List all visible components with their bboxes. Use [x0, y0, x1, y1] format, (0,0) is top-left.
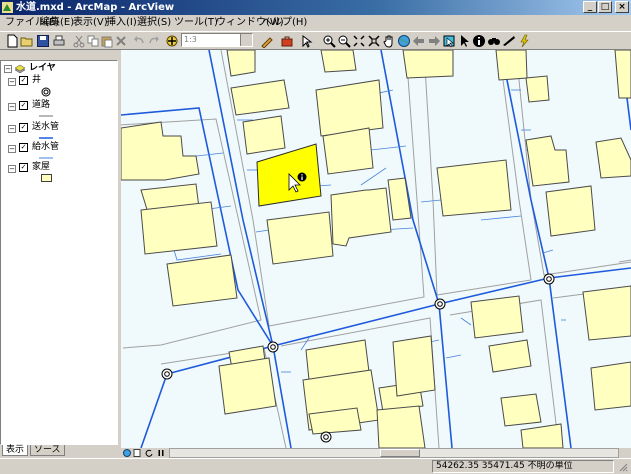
layer-main-pipe-checkbox[interactable]: ✓ — [19, 123, 28, 132]
refresh-icon[interactable] — [145, 449, 153, 457]
map-scale-value: 1:3 — [184, 35, 197, 44]
arctoolbox-icon[interactable] — [280, 34, 294, 48]
map-view[interactable] — [121, 50, 631, 448]
main-pipe-symbol-icon — [39, 137, 53, 139]
table-of-contents: − レイヤ − ✓ 井 − ✓ 道路 − ✓ 送水管 − ✓ 給水管 − ✓ 家… — [0, 60, 118, 445]
zoom-in-icon[interactable] — [322, 34, 336, 48]
layer-well-name[interactable]: 井 — [32, 75, 41, 86]
minimize-button[interactable]: _ — [583, 1, 597, 13]
select-elements-icon[interactable] — [457, 34, 471, 48]
layer-house-checkbox[interactable]: ✓ — [19, 163, 28, 172]
undo-icon[interactable] — [132, 34, 146, 48]
road-symbol-icon — [39, 115, 53, 117]
globe-view-icon[interactable] — [123, 449, 131, 457]
identify-icon[interactable] — [472, 34, 486, 48]
add-data-icon[interactable] — [165, 34, 179, 48]
house-symbol-icon — [41, 174, 52, 182]
redo-icon[interactable] — [147, 34, 161, 48]
save-icon[interactable] — [36, 34, 50, 48]
print-icon[interactable] — [52, 34, 66, 48]
map-scale-combobox[interactable]: 1:3 — [181, 33, 253, 47]
layer-main-pipe-name[interactable]: 送水管 — [32, 122, 59, 133]
toolbar — [0, 31, 631, 50]
toc-root-label[interactable]: レイヤ — [29, 63, 56, 74]
coordinate-readout: 54262.35 35471.45 不明の単位 — [432, 460, 614, 473]
delete-icon[interactable] — [114, 34, 128, 48]
layout-view-icon[interactable] — [133, 449, 141, 457]
menu-help[interactable]: ヘルプ(H) — [262, 16, 307, 30]
menu-bar: ファイル(E) 編集(E) 表示(V) 挿入(I) 選択(S) ツール(T) ウ… — [0, 15, 631, 31]
layer-well-expander[interactable]: − — [8, 78, 16, 86]
map-scroll-bar — [121, 448, 631, 458]
editor-icon[interactable] — [260, 34, 274, 48]
layer-service-pipe-checkbox[interactable]: ✓ — [19, 143, 28, 152]
forward-arrow-icon[interactable] — [427, 34, 441, 48]
layer-road-checkbox[interactable]: ✓ — [19, 101, 28, 110]
layer-road-name[interactable]: 道路 — [32, 100, 50, 111]
title-bar: 水道.mxd - ArcMap - ArcView _ □ × — [0, 0, 631, 15]
window-title: 水道.mxd - ArcMap - ArcView — [16, 2, 175, 13]
resize-grip-icon[interactable] — [618, 462, 628, 472]
layer-service-pipe-name[interactable]: 給水管 — [32, 142, 59, 153]
layer-road-expander[interactable]: − — [8, 103, 16, 111]
measure-icon[interactable] — [502, 34, 516, 48]
layers-icon — [14, 64, 26, 74]
menu-tools[interactable]: ツール(T) — [174, 16, 218, 30]
layer-well-checkbox[interactable]: ✓ — [19, 76, 28, 85]
toc-tab-strip: 表示 ソース — [0, 445, 118, 457]
zoom-out-icon[interactable] — [337, 34, 351, 48]
status-bar: 54262.35 35471.45 不明の単位 — [0, 458, 631, 474]
cut-icon[interactable] — [72, 34, 86, 48]
close-button[interactable]: × — [615, 1, 629, 13]
menu-edit[interactable]: 編集(E) — [40, 16, 74, 30]
full-extent-icon[interactable] — [397, 34, 411, 48]
open-folder-icon[interactable] — [20, 34, 34, 48]
service-pipe-symbol-icon — [39, 157, 53, 159]
find-icon[interactable] — [487, 34, 501, 48]
tab-display[interactable]: 表示 — [2, 445, 29, 456]
whats-this-icon[interactable] — [300, 34, 314, 48]
select-features-icon[interactable] — [442, 34, 456, 48]
scrollbar-thumb[interactable] — [380, 449, 420, 457]
layer-house-expander[interactable]: − — [8, 165, 16, 173]
horizontal-scrollbar[interactable] — [169, 448, 619, 458]
back-arrow-icon[interactable] — [412, 34, 426, 48]
well-symbol-icon — [41, 87, 51, 97]
fixed-zoom-out-icon[interactable] — [367, 34, 381, 48]
collapse-root-icon[interactable]: − — [4, 65, 12, 73]
maximize-button[interactable]: □ — [598, 1, 612, 13]
layer-house-name[interactable]: 家屋 — [32, 162, 50, 173]
new-document-icon[interactable] — [5, 34, 19, 48]
arcmap-app-icon — [2, 2, 13, 13]
tab-source[interactable]: ソース — [30, 445, 65, 456]
layer-service-pipe-expander[interactable]: − — [8, 145, 16, 153]
copy-icon[interactable] — [86, 34, 100, 48]
menu-view[interactable]: 表示(V) — [73, 16, 108, 30]
pan-icon[interactable] — [382, 34, 396, 48]
menu-select[interactable]: 選択(S) — [137, 16, 171, 30]
map-canvas[interactable] — [121, 50, 631, 448]
hyperlink-icon[interactable] — [517, 34, 531, 48]
fixed-zoom-in-icon[interactable] — [352, 34, 366, 48]
menu-insert[interactable]: 挿入(I) — [106, 16, 137, 30]
layer-main-pipe-expander[interactable]: − — [8, 125, 16, 133]
paste-icon[interactable] — [100, 34, 114, 48]
chevron-down-icon[interactable] — [240, 34, 252, 46]
pause-drawing-icon[interactable] — [157, 449, 165, 457]
